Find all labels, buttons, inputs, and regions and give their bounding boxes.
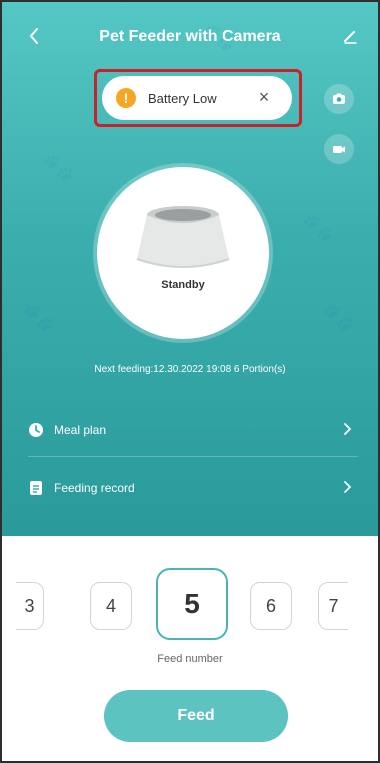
chevron-right-icon bbox=[344, 481, 352, 493]
portion-option-selected[interactable]: 5 bbox=[156, 568, 228, 640]
paw-pattern-icon: 🐾 bbox=[302, 212, 335, 242]
portion-selector[interactable]: 3 4 5 6 7 bbox=[2, 568, 378, 640]
device-status: Standby bbox=[161, 279, 205, 291]
portion-option[interactable]: 4 bbox=[90, 582, 132, 630]
portion-option[interactable]: 3 bbox=[16, 582, 44, 630]
meal-plan-label: Meal plan bbox=[54, 423, 107, 437]
alert-text: Battery Low bbox=[148, 90, 217, 106]
bowl-icon bbox=[136, 206, 230, 268]
feeding-record-row[interactable]: Feeding record bbox=[28, 462, 358, 514]
feed-button[interactable]: Feed bbox=[104, 690, 288, 742]
chevron-right-icon bbox=[344, 423, 352, 435]
edit-button[interactable] bbox=[336, 22, 364, 50]
video-camera-icon bbox=[333, 146, 345, 153]
clock-icon bbox=[28, 422, 44, 438]
snapshot-button[interactable] bbox=[324, 84, 354, 114]
feeder-header-panel: 🐾 🐾 🐾 🐾 🐾 Pet Feeder with Camera ! Batte… bbox=[2, 2, 378, 536]
feed-number-label: Feed number bbox=[157, 653, 223, 665]
camera-icon bbox=[333, 93, 345, 104]
battery-low-alert[interactable]: ! Battery Low × bbox=[102, 76, 292, 120]
meal-plan-row[interactable]: Meal plan bbox=[28, 404, 358, 456]
next-feeding-text: Next feeding:12.30.2022 19:08 6 Portion(… bbox=[94, 364, 286, 375]
paw-pattern-icon: 🐾 bbox=[22, 302, 55, 332]
document-icon bbox=[28, 480, 44, 496]
top-bar: Pet Feeder with Camera bbox=[2, 20, 378, 56]
page-title: Pet Feeder with Camera bbox=[99, 28, 281, 45]
feeder-device-display: Standby bbox=[97, 167, 269, 339]
pet-feeder-screen: 🐾 🐾 🐾 🐾 🐾 Pet Feeder with Camera ! Batte… bbox=[0, 0, 380, 763]
record-video-button[interactable] bbox=[324, 134, 354, 164]
paw-pattern-icon: 🐾 bbox=[322, 302, 355, 332]
menu-divider bbox=[28, 456, 358, 457]
close-alert-button[interactable]: × bbox=[254, 87, 274, 107]
portion-option[interactable]: 7 bbox=[318, 582, 348, 630]
warning-icon: ! bbox=[116, 88, 136, 108]
feeding-record-label: Feeding record bbox=[54, 481, 135, 495]
paw-pattern-icon: 🐾 bbox=[42, 152, 75, 182]
portion-option[interactable]: 6 bbox=[250, 582, 292, 630]
pencil-icon bbox=[344, 31, 357, 44]
